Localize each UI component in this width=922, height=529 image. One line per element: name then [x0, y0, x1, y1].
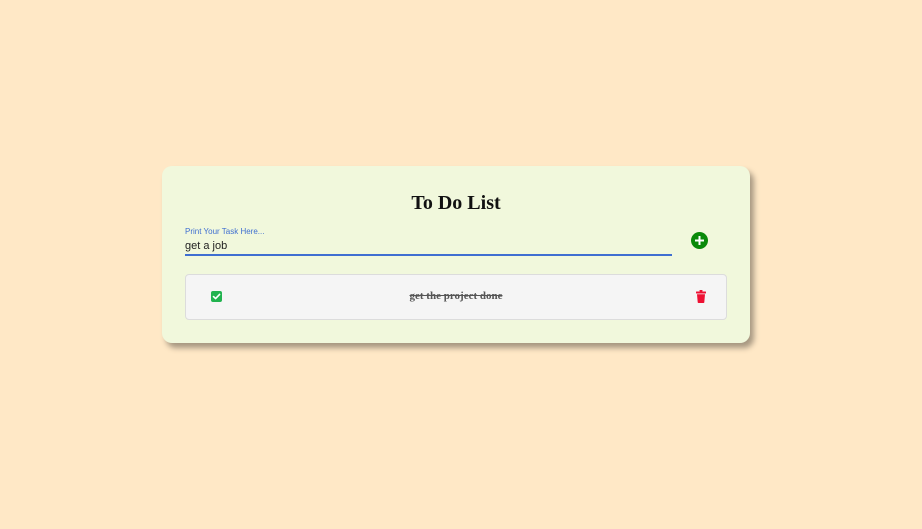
add-task-button[interactable] [691, 232, 708, 249]
task-field-label: Print Your Task Here... [185, 227, 265, 236]
task-input[interactable] [185, 238, 672, 256]
todo-text: get the project done [409, 290, 503, 302]
plus-circle-icon [695, 236, 704, 245]
todo-list-item: get the project done [185, 274, 727, 320]
task-field[interactable]: Print Your Task Here... [185, 227, 672, 256]
delete-todo-button[interactable] [696, 290, 706, 303]
trash-icon [696, 290, 706, 303]
todo-card: To Do List Print Your Task Here... get t… [162, 166, 750, 343]
page-title: To Do List [411, 192, 501, 214]
